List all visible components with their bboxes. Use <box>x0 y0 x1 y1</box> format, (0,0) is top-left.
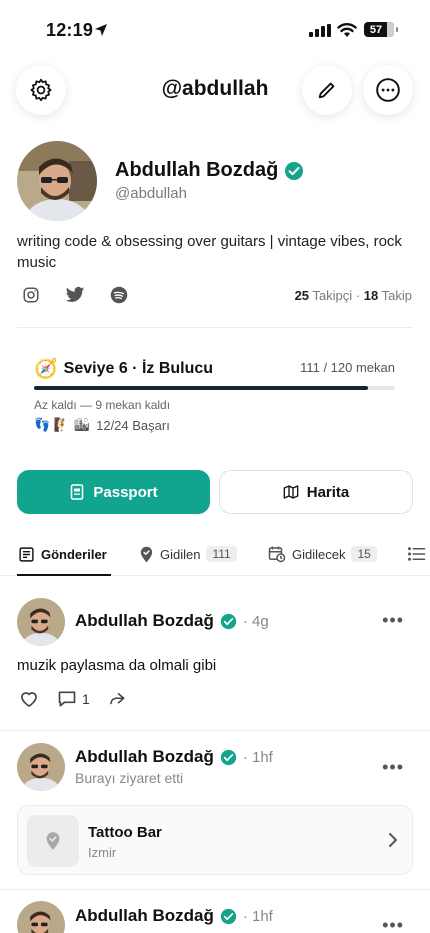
stats-separator: · <box>355 288 361 303</box>
map-icon <box>283 485 299 499</box>
map-label: Harita <box>306 483 350 501</box>
battery-level: 57 <box>369 23 383 36</box>
chevron-right-icon <box>389 833 397 847</box>
post-author-avatar[interactable] <box>17 598 65 646</box>
post-subtitle: Burayı ziyaret etti <box>75 770 184 786</box>
post-divider <box>0 889 430 890</box>
level-count: 111 / 120 mekan <box>300 360 395 375</box>
tab-to-visit-label: Gidilecek <box>292 546 346 562</box>
following-count: 18 <box>363 288 379 303</box>
verified-badge-icon <box>220 749 236 765</box>
post-text: muzik paylasma da olmali gibi <box>17 657 217 674</box>
post-author-avatar[interactable] <box>17 901 65 933</box>
heart-icon[interactable] <box>19 689 39 709</box>
place-thumbnail <box>27 815 79 867</box>
passport-icon <box>71 484 84 500</box>
following-label: Takip <box>381 288 412 303</box>
document-icon <box>19 546 34 562</box>
profile-tabs: Gönderiler Gidilen 111 Gidilecek 15 <box>0 532 430 576</box>
calendar-clock-icon <box>268 546 286 563</box>
achievement-count: 12/24 Başarı <box>96 417 170 433</box>
location-check-icon <box>140 546 153 562</box>
comment-count: 1 <box>82 691 90 707</box>
profile-avatar[interactable] <box>17 141 97 221</box>
tab-visited-count: 111 <box>206 546 237 562</box>
post-time: · 1hf <box>242 907 273 925</box>
spotify-icon[interactable] <box>110 286 128 304</box>
twitter-icon[interactable] <box>65 286 85 304</box>
location-arrow-icon <box>95 24 107 36</box>
post-author-name: Abdullah Bozdağ <box>75 906 214 925</box>
map-button[interactable]: Harita <box>219 470 413 514</box>
tab-posts-label: Gönderiler <box>41 546 107 562</box>
follow-stats[interactable]: 25 Takipçi · 18 Takip <box>295 288 412 303</box>
post-author[interactable]: Abdullah Bozdağ · 4g <box>75 611 269 631</box>
comment-icon[interactable] <box>57 689 77 709</box>
cellular-signal-icon <box>309 24 331 37</box>
profile-name-text: Abdullah Bozdağ <box>115 159 279 181</box>
achievement-icons: 👣 🧗 🏙 <box>34 417 91 432</box>
post-author-name: Abdullah Bozdağ <box>75 747 214 766</box>
divider <box>17 327 413 328</box>
instagram-icon[interactable] <box>22 286 40 304</box>
share-icon[interactable] <box>108 690 126 708</box>
list-icon <box>408 547 426 561</box>
level-progress-bar <box>34 386 395 390</box>
followers-count: 25 <box>294 288 310 303</box>
level-title-text: Seviye 6 · İz Bulucu <box>63 360 214 377</box>
post-time: · 1hf <box>242 748 273 766</box>
passport-label: Passport <box>93 483 158 501</box>
post-author[interactable]: Abdullah Bozdağ · 1hf <box>75 906 273 926</box>
level-progress-fill <box>34 386 368 390</box>
more-options-button[interactable] <box>363 65 413 115</box>
place-city: Izmir <box>88 845 117 860</box>
post-more-button[interactable]: ••• <box>382 915 404 933</box>
place-name: Tattoo Bar <box>88 824 162 841</box>
tab-visited[interactable]: Gidilen 111 <box>139 532 237 576</box>
level-title: 🧭 Seviye 6 · İz Bulucu <box>34 357 213 381</box>
level-remaining: Az kaldı — 9 mekan kaldı <box>34 398 171 412</box>
tab-lists[interactable] <box>408 532 426 576</box>
passport-button[interactable]: Passport <box>17 470 210 514</box>
tab-to-visit-count: 15 <box>351 546 377 562</box>
verified-badge-icon <box>284 161 303 180</box>
post-author[interactable]: Abdullah Bozdağ · 1hf <box>75 747 273 767</box>
edit-profile-button[interactable] <box>302 65 352 115</box>
battery-icon: 57 <box>364 22 398 37</box>
location-check-icon <box>46 832 60 850</box>
verified-badge-icon <box>220 908 236 924</box>
pencil-icon <box>318 82 335 99</box>
post-actions: 1 <box>19 689 126 709</box>
achievement-summary[interactable]: 👣 🧗 🏙 12/24 Başarı <box>34 417 170 433</box>
status-time: 12:19 <box>46 20 94 40</box>
verified-badge-icon <box>220 613 236 629</box>
more-circle-icon <box>376 78 400 102</box>
profile-bio: writing code & obsessing over guitars | … <box>17 233 402 271</box>
profile-handle: @abdullah <box>115 185 187 202</box>
status-bar: 12:19 57 <box>0 0 430 56</box>
followers-label: Takipçi <box>312 288 353 303</box>
tab-to-visit[interactable]: Gidilecek 15 <box>268 532 377 576</box>
profile-name: Abdullah Bozdağ <box>115 159 304 182</box>
wifi-icon <box>337 23 357 37</box>
post-time: · 4g <box>242 612 269 630</box>
active-tab-indicator <box>17 574 111 576</box>
compass-icon: 🧭 <box>34 359 58 380</box>
tab-posts[interactable]: Gönderiler <box>18 532 107 576</box>
post-more-button[interactable]: ••• <box>382 757 404 778</box>
post-author-avatar[interactable] <box>17 743 65 791</box>
social-links <box>22 286 128 304</box>
place-card[interactable]: Tattoo Bar Izmir <box>17 805 413 875</box>
tab-visited-label: Gidilen <box>160 546 201 562</box>
post-divider <box>0 730 430 731</box>
post-more-button[interactable]: ••• <box>382 610 404 631</box>
post-author-name: Abdullah Bozdağ <box>75 611 214 630</box>
